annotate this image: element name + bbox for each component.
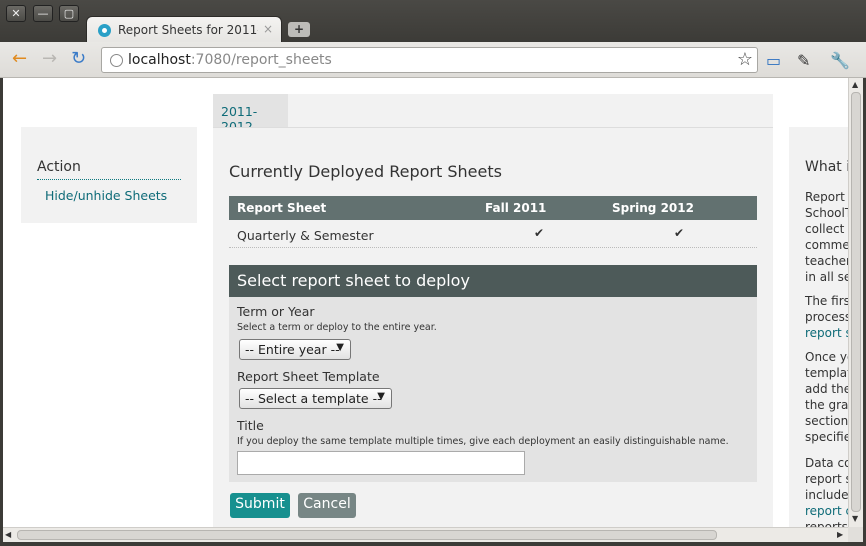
help-paragraph: The firs process report s bbox=[805, 293, 848, 341]
back-arrow-icon[interactable]: ← bbox=[12, 50, 27, 68]
report-sheets-link[interactable]: report s bbox=[805, 326, 848, 340]
vertical-scrollbar[interactable]: ▲ ▼ bbox=[848, 78, 863, 527]
tab-title: Report Sheets for 2011-2012 bbox=[118, 23, 258, 37]
template-select-value: -- Select a template -- bbox=[245, 391, 382, 406]
main-panel: 2011-2012 Currently Deployed Report Shee… bbox=[213, 94, 773, 527]
table-header: Report Sheet Fall 2011 Spring 2012 bbox=[229, 196, 757, 220]
report-card-link[interactable]: report c bbox=[805, 504, 848, 518]
reload-icon[interactable]: ↻ bbox=[71, 50, 86, 68]
hide-unhide-sheets-link[interactable]: Hide/unhide Sheets bbox=[45, 188, 167, 203]
term-help-text: Select a term or deploy to the entire ye… bbox=[237, 322, 437, 333]
scroll-right-icon[interactable]: ▶ bbox=[837, 530, 843, 539]
chevron-down-icon: ▼ bbox=[377, 391, 385, 402]
help-text: reports bbox=[805, 520, 848, 527]
scroll-down-icon[interactable]: ▼ bbox=[852, 514, 858, 523]
help-text: The firs process bbox=[805, 294, 848, 324]
title-label: Title bbox=[237, 418, 264, 433]
browser-toolbar: ← → ↻ localhost:7080/report_sheets ☆ ▭ ✎… bbox=[0, 42, 866, 78]
template-select[interactable]: -- Select a template -- ▼ bbox=[239, 388, 392, 409]
wrench-icon[interactable]: 🔧 bbox=[830, 51, 850, 70]
window-maximize-button[interactable]: ▢ bbox=[59, 5, 79, 22]
main-content: Currently Deployed Report Sheets Report … bbox=[213, 127, 773, 527]
vertical-scroll-thumb[interactable] bbox=[851, 92, 861, 512]
url-host: localhost bbox=[128, 52, 191, 68]
window-titlebar: ✕ — ▢ Report Sheets for 2011-2012 × + bbox=[0, 0, 866, 43]
help-paragraph: Once yo templat add the the grad section… bbox=[805, 350, 848, 444]
address-url: localhost:7080/report_sheets bbox=[128, 52, 332, 68]
term-select[interactable]: -- Entire year -- ▼ bbox=[239, 339, 351, 360]
help-paragraph: Data co report s include report c report… bbox=[805, 455, 848, 527]
horizontal-scrollbar[interactable]: ◀ ▶ bbox=[3, 527, 848, 542]
sidebar-heading: Action bbox=[37, 159, 181, 180]
checkmark-icon: ✔ bbox=[674, 226, 685, 240]
tab-close-icon[interactable]: × bbox=[263, 22, 273, 36]
help-text: Data co report s include bbox=[805, 456, 848, 502]
cancel-button[interactable]: Cancel bbox=[298, 493, 356, 518]
help-sidebar: What i Report SchoolT collect c comme te… bbox=[789, 127, 848, 527]
forward-arrow-icon[interactable]: → bbox=[42, 50, 57, 68]
column-header-report-sheet: Report Sheet bbox=[237, 201, 327, 215]
help-heading: What i bbox=[805, 159, 848, 175]
bookmark-star-icon[interactable]: ☆ bbox=[737, 49, 753, 70]
address-bar[interactable]: localhost:7080/report_sheets ☆ bbox=[101, 47, 758, 73]
chevron-down-icon: ▼ bbox=[336, 342, 344, 353]
table-row: Quarterly & Semester ✔ ✔ bbox=[229, 220, 757, 248]
site-favicon-icon bbox=[98, 24, 111, 37]
title-input[interactable] bbox=[237, 451, 525, 475]
template-label: Report Sheet Template bbox=[237, 369, 380, 384]
checkmark-icon: ✔ bbox=[534, 226, 545, 240]
horizontal-scroll-thumb[interactable] bbox=[17, 530, 717, 540]
page-title: Currently Deployed Report Sheets bbox=[229, 162, 502, 181]
window-minimize-button[interactable]: — bbox=[33, 5, 53, 22]
term-select-value: -- Entire year -- bbox=[245, 342, 340, 357]
action-sidebar: Action Hide/unhide Sheets bbox=[21, 127, 197, 223]
title-help-text: If you deploy the same template multiple… bbox=[237, 436, 729, 447]
page-viewport: Action Hide/unhide Sheets 2011-2012 Curr… bbox=[3, 78, 848, 527]
deploy-form-heading: Select report sheet to deploy bbox=[229, 265, 757, 297]
window-close-button[interactable]: ✕ bbox=[6, 5, 26, 22]
deploy-form: Select report sheet to deploy Term or Ye… bbox=[229, 265, 757, 482]
report-sheet-name: Quarterly & Semester bbox=[237, 228, 374, 243]
deployed-sheets-table: Report Sheet Fall 2011 Spring 2012 Quart… bbox=[229, 196, 757, 248]
extension-pin-icon[interactable]: ✎ bbox=[797, 51, 810, 70]
scroll-up-icon[interactable]: ▲ bbox=[852, 80, 858, 89]
column-header-fall-2011: Fall 2011 bbox=[485, 201, 547, 215]
term-label: Term or Year bbox=[237, 304, 315, 319]
help-paragraph: Report SchoolT collect c comme teacher i… bbox=[805, 190, 848, 284]
new-tab-button[interactable]: + bbox=[288, 22, 310, 37]
scrollbar-corner bbox=[848, 527, 863, 542]
extension-window-icon[interactable]: ▭ bbox=[766, 51, 781, 70]
browser-tab[interactable]: Report Sheets for 2011-2012 × bbox=[86, 16, 282, 43]
url-path: :7080/report_sheets bbox=[190, 52, 332, 68]
submit-button[interactable]: Submit bbox=[230, 493, 290, 518]
scroll-left-icon[interactable]: ◀ bbox=[5, 530, 11, 539]
column-header-spring-2012: Spring 2012 bbox=[612, 201, 694, 215]
globe-icon bbox=[110, 54, 123, 67]
tab-2011-2012[interactable]: 2011-2012 bbox=[213, 94, 288, 134]
